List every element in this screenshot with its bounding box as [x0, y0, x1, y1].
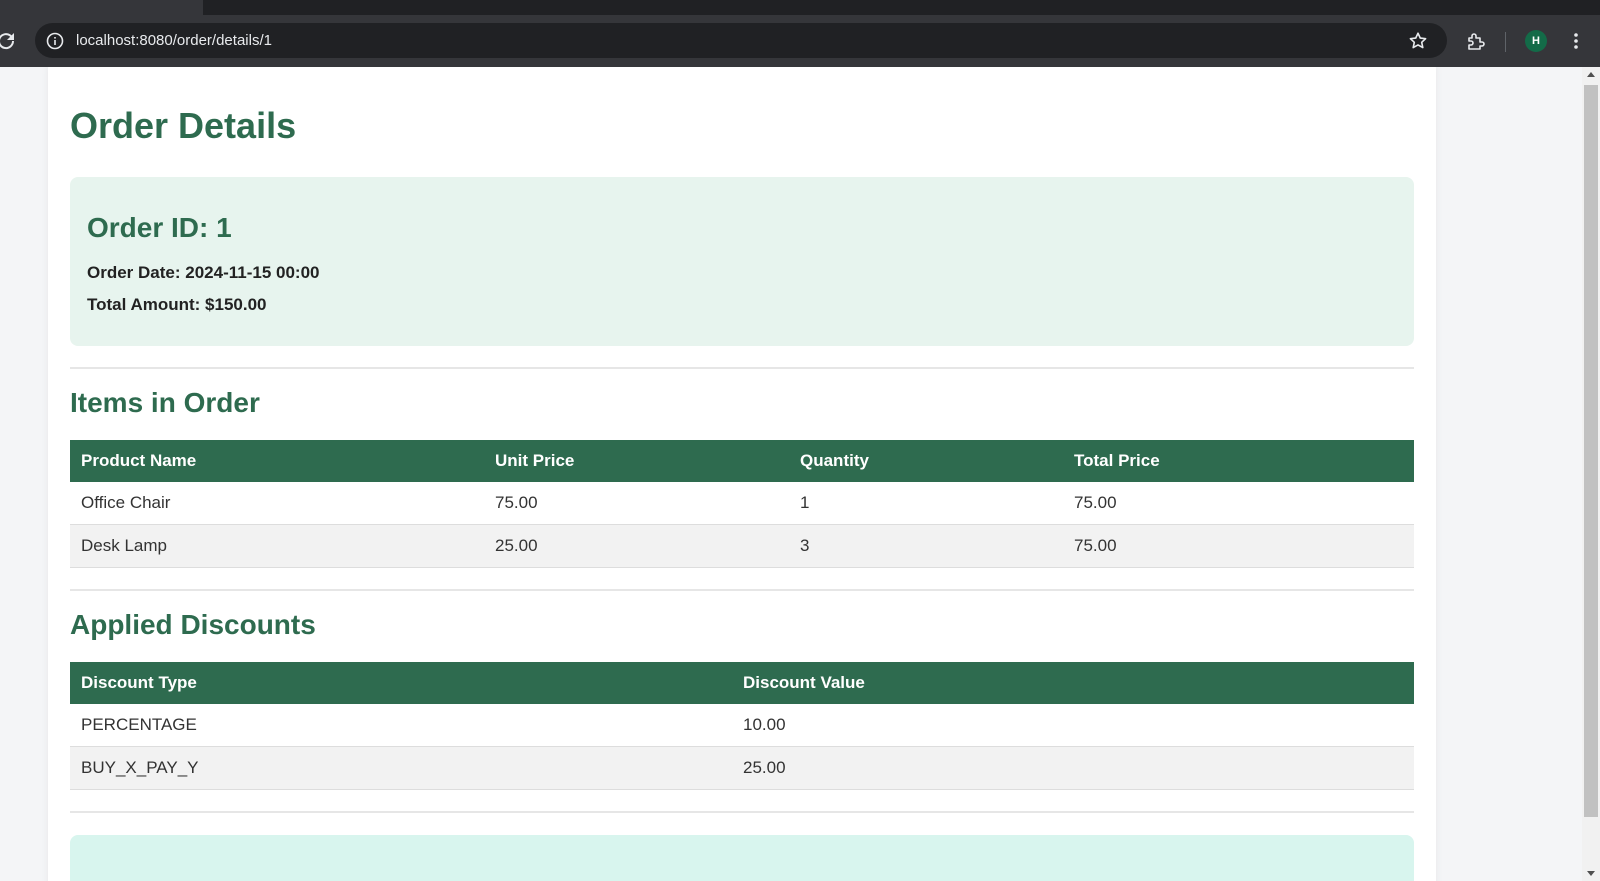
table-row: Desk Lamp 25.00 3 75.00	[70, 524, 1414, 568]
table-row: BUY_X_PAY_Y 25.00	[70, 746, 1414, 790]
page-title: Order Details	[70, 105, 297, 146]
order-id: Order ID: 1	[87, 212, 232, 243]
col-total-price: Total Price	[1063, 440, 1414, 482]
profile-avatar[interactable]: H	[1525, 30, 1547, 52]
cell-total-price: 75.00	[1063, 524, 1414, 568]
cell-product-name: Desk Lamp	[70, 524, 484, 568]
more-menu-icon[interactable]	[1566, 30, 1586, 52]
order-total-value: $150.00	[205, 295, 267, 314]
table-row: PERCENTAGE 10.00	[70, 704, 1414, 747]
cell-total-price: 75.00	[1063, 482, 1414, 525]
table-row: Office Chair 75.00 1 75.00	[70, 482, 1414, 525]
order-date-label: Order Date:	[87, 263, 181, 282]
discounts-table-header: Discount Type Discount Value	[70, 662, 1414, 704]
page-viewport: Order Details Order ID: 1 Order Date: 20…	[0, 67, 1582, 881]
toolbar-divider	[1505, 32, 1506, 52]
next-section-card	[70, 835, 1414, 881]
cell-quantity: 1	[789, 482, 1063, 525]
extensions-icon[interactable]	[1465, 30, 1487, 52]
order-total-line: Total Amount: $150.00	[87, 295, 267, 315]
col-quantity: Quantity	[789, 440, 1063, 482]
cell-product-name: Office Chair	[70, 482, 484, 525]
cell-unit-price: 75.00	[484, 482, 789, 525]
tab-strip	[0, 0, 1600, 15]
cell-quantity: 3	[789, 524, 1063, 568]
discounts-table: Discount Type Discount Value PERCENTAGE …	[70, 662, 1414, 790]
discounts-section-title: Applied Discounts	[70, 609, 316, 640]
info-icon[interactable]	[44, 30, 66, 52]
vertical-scrollbar[interactable]	[1582, 67, 1600, 881]
scroll-up-arrow-icon[interactable]	[1587, 72, 1595, 77]
cell-unit-price: 25.00	[484, 524, 789, 568]
items-section-title: Items in Order	[70, 387, 260, 418]
address-url[interactable]: localhost:8080/order/details/1	[76, 23, 272, 58]
section-divider	[70, 589, 1414, 591]
section-divider	[70, 367, 1414, 369]
order-summary-card: Order ID: 1 Order Date: 2024-11-15 00:00…	[70, 177, 1414, 346]
scroll-down-arrow-icon[interactable]	[1587, 871, 1595, 876]
scroll-thumb[interactable]	[1584, 85, 1598, 817]
order-total-label: Total Amount:	[87, 295, 201, 314]
section-divider	[70, 811, 1414, 813]
col-unit-price: Unit Price	[484, 440, 789, 482]
col-discount-type: Discount Type	[70, 662, 732, 704]
order-details-container: Order Details Order ID: 1 Order Date: 20…	[48, 67, 1436, 881]
col-discount-value: Discount Value	[732, 662, 1414, 704]
order-date-line: Order Date: 2024-11-15 00:00	[87, 263, 320, 283]
items-table: Product Name Unit Price Quantity Total P…	[70, 440, 1414, 568]
reload-icon[interactable]	[0, 29, 18, 53]
col-product-name: Product Name	[70, 440, 484, 482]
cell-discount-value: 10.00	[732, 704, 1414, 747]
order-date-value: 2024-11-15 00:00	[185, 263, 320, 282]
browser-toolbar: localhost:8080/order/details/1 H	[0, 15, 1600, 67]
cell-discount-value: 25.00	[732, 746, 1414, 790]
cell-discount-type: PERCENTAGE	[70, 704, 732, 747]
items-table-header: Product Name Unit Price Quantity Total P…	[70, 440, 1414, 482]
star-icon[interactable]	[1407, 30, 1429, 52]
cell-discount-type: BUY_X_PAY_Y	[70, 746, 732, 790]
address-bar[interactable]: localhost:8080/order/details/1	[35, 23, 1447, 58]
tab-strip-area[interactable]	[0, 0, 203, 15]
